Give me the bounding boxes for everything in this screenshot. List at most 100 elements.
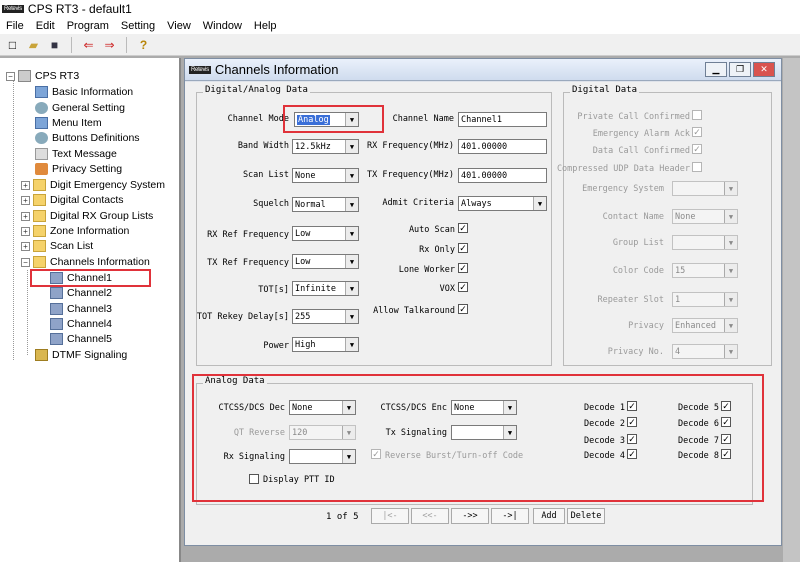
minimize-button[interactable]: ▁ [705, 62, 727, 77]
rx-frequency-input[interactable]: 401.00000 [458, 139, 547, 154]
tree-item-channel2[interactable]: Channel2 [50, 285, 112, 301]
rx-only-checkbox[interactable]: ✓ [458, 243, 468, 253]
decode-5-checkbox[interactable]: ✓ [721, 401, 731, 411]
compressed-udp-checkbox[interactable] [692, 162, 702, 172]
tree-item-scan-list[interactable]: + Scan List [21, 238, 93, 254]
expand-icon[interactable]: + [21, 241, 30, 251]
save-icon[interactable]: ■ [46, 36, 63, 53]
display-ptt-id-checkbox[interactable] [249, 474, 259, 484]
scan-list-select[interactable]: None ▼ [292, 168, 359, 183]
tree-item-text-message[interactable]: Text Message [35, 146, 117, 162]
contact-name-select[interactable]: None ▼ [672, 209, 738, 224]
tree-item-general-setting[interactable]: General Setting [35, 100, 125, 116]
tx-signaling-select[interactable]: ▼ [451, 425, 517, 440]
decode-4-checkbox[interactable]: ✓ [627, 449, 637, 459]
decode-6-checkbox[interactable]: ✓ [721, 417, 731, 427]
menu-program[interactable]: Program [61, 20, 115, 32]
rx-signaling-select[interactable]: ▼ [289, 449, 356, 464]
next-record-button[interactable]: ->> [451, 508, 489, 524]
read-radio-icon[interactable]: ⇐ [80, 36, 97, 53]
previous-record-button[interactable]: <<- [411, 508, 449, 524]
privacy-select[interactable]: Enhanced ▼ [672, 318, 738, 333]
color-code-select[interactable]: 15 ▼ [672, 263, 738, 278]
menu-file[interactable]: File [0, 20, 30, 32]
help-icon[interactable]: ? [135, 36, 152, 53]
group-list-select[interactable]: ▼ [672, 235, 738, 250]
add-button[interactable]: Add [533, 508, 565, 524]
tree-item-dtmf-signaling[interactable]: DTMF Signaling [35, 347, 127, 363]
expand-icon[interactable]: + [21, 180, 30, 190]
menu-edit[interactable]: Edit [30, 20, 61, 32]
vox-checkbox[interactable]: ✓ [458, 282, 468, 292]
tree-item-digital-rx-group-lists[interactable]: + Digital RX Group Lists [21, 208, 153, 224]
channel-icon [50, 287, 63, 299]
emergency-ack-checkbox[interactable]: ✓ [692, 127, 702, 137]
close-button[interactable]: ✕ [753, 62, 775, 77]
tx-ref-frequency-select[interactable]: Low ▼ [292, 254, 359, 269]
decode-7-checkbox[interactable]: ✓ [721, 434, 731, 444]
channel-name-input[interactable]: Channel1 [458, 112, 547, 127]
qt-reverse-select[interactable]: 120 ▼ [289, 425, 356, 440]
auto-scan-checkbox[interactable]: ✓ [458, 223, 468, 233]
expand-icon[interactable]: + [21, 211, 30, 221]
write-radio-icon[interactable]: ⇒ [101, 36, 118, 53]
tx-frequency-input[interactable]: 401.00000 [458, 168, 547, 183]
data-call-checkbox[interactable]: ✓ [692, 144, 702, 154]
tree-root[interactable]: − CPS RT3 [6, 68, 79, 84]
tree-item-channel3[interactable]: Channel3 [50, 301, 112, 317]
tot-select[interactable]: Infinite ▼ [292, 281, 359, 296]
restore-button[interactable]: ❐ [729, 62, 751, 77]
repeater-slot-select[interactable]: 1 ▼ [672, 292, 738, 307]
tree-item-menu-item[interactable]: Menu Item [35, 115, 102, 131]
privacy-no-select[interactable]: 4 ▼ [672, 344, 738, 359]
decode-8-checkbox[interactable]: ✓ [721, 449, 731, 459]
tot-rekey-select[interactable]: 255 ▼ [292, 309, 359, 324]
lone-worker-checkbox[interactable]: ✓ [458, 263, 468, 273]
tree-item-zone-information[interactable]: + Zone Information [21, 223, 129, 239]
allow-talkaround-checkbox[interactable]: ✓ [458, 304, 468, 314]
rx-ref-frequency-select[interactable]: Low ▼ [292, 226, 359, 241]
delete-button[interactable]: Delete [567, 508, 605, 524]
mdi-scrollbar[interactable] [783, 58, 800, 562]
power-select[interactable]: High ▼ [292, 337, 359, 352]
chevron-down-icon: ▼ [345, 282, 358, 295]
tree-item-channel4[interactable]: Channel4 [50, 316, 112, 332]
first-record-button[interactable]: |<- [371, 508, 409, 524]
tree-item-basic-information[interactable]: Basic Information [35, 84, 133, 100]
emergency-system-select[interactable]: ▼ [672, 181, 738, 196]
ctcss-enc-select[interactable]: None ▼ [451, 400, 517, 415]
collapse-icon[interactable]: − [21, 257, 30, 267]
open-folder-icon[interactable]: ▰ [25, 36, 42, 53]
squelch-select[interactable]: Normal ▼ [292, 197, 359, 212]
tree-item-digit-emergency-system[interactable]: + Digit Emergency System [21, 177, 165, 193]
expand-icon[interactable]: + [21, 195, 30, 205]
menu-window[interactable]: Window [197, 20, 248, 32]
expand-icon[interactable]: + [21, 226, 30, 236]
toolbar-separator [71, 36, 72, 53]
decode-3-checkbox[interactable]: ✓ [627, 434, 637, 444]
decode-2-checkbox[interactable]: ✓ [627, 417, 637, 427]
color-code-label: Color Code [612, 266, 664, 276]
tree-item-digital-contacts[interactable]: + Digital Contacts [21, 192, 124, 208]
tot-label: TOT[s] [258, 285, 289, 295]
tree-item-label: Zone Information [50, 225, 130, 237]
tree-item-channel5[interactable]: Channel5 [50, 331, 112, 347]
tree-item-buttons-definitions[interactable]: Buttons Definitions [35, 130, 140, 146]
menu-setting[interactable]: Setting [115, 20, 161, 32]
reverse-burst-checkbox[interactable]: ✓ [371, 449, 381, 459]
last-record-button[interactable]: ->| [491, 508, 529, 524]
chevron-down-icon: ▼ [503, 426, 516, 439]
collapse-icon[interactable]: − [6, 71, 15, 81]
private-call-checkbox[interactable] [692, 110, 702, 120]
band-width-select[interactable]: 12.5kHz ▼ [292, 139, 359, 154]
admit-criteria-select[interactable]: Always ▼ [458, 196, 547, 211]
menu-view[interactable]: View [161, 20, 197, 32]
ctcss-dec-select[interactable]: None ▼ [289, 400, 356, 415]
chevron-down-icon: ▼ [724, 293, 737, 306]
tree-item-privacy-setting[interactable]: Privacy Setting [35, 161, 122, 177]
chevron-down-icon: ▼ [724, 182, 737, 195]
tree-item-channels-information[interactable]: − Channels Information [21, 254, 150, 270]
new-file-icon[interactable]: □ [4, 36, 21, 53]
decode-1-checkbox[interactable]: ✓ [627, 401, 637, 411]
menu-help[interactable]: Help [248, 20, 283, 32]
